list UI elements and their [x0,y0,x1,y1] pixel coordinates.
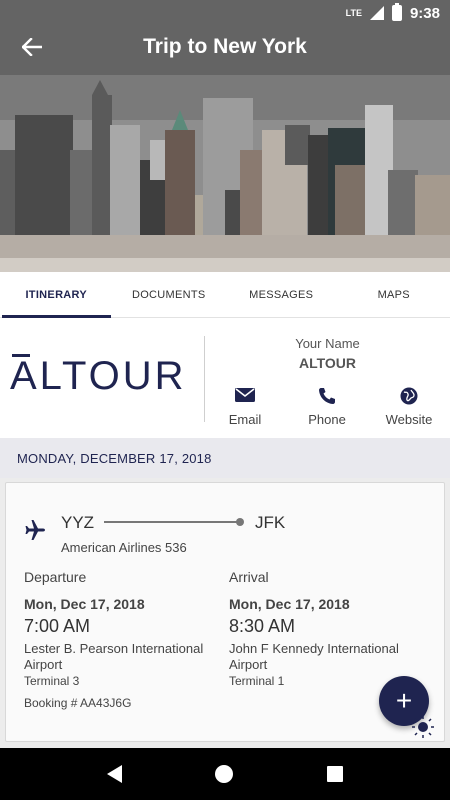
globe-icon [369,386,449,408]
battery-icon [391,3,402,21]
brightness-icon [410,714,436,745]
phone-icon [287,386,367,408]
arrival-time: 8:30 AM [229,616,296,636]
website-label: Website [385,412,433,427]
departure-date: Mon, Dec 17, 2018 [24,596,145,612]
departure-terminal: Terminal 3 [24,674,80,688]
tab-itinerary[interactable]: ITINERARY [0,272,113,318]
status-bar: LTE 9:38 [0,0,450,26]
envelope-icon [205,386,285,408]
nav-recents-icon[interactable] [327,766,344,782]
departure-time: 7:00 AM [24,616,91,636]
nav-back-icon[interactable] [106,765,122,783]
back-button[interactable] [0,26,64,68]
departure-column: Departure Mon, Dec 17, 2018 7:00 AM Lest… [24,569,224,688]
agency-logo: ALTOUR [10,354,187,398]
arrival-label: Arrival [229,569,269,585]
airplane-icon [24,519,46,546]
tab-bar: ITINERARY DOCUMENTS MESSAGES MAPS [0,272,450,318]
nav-home-icon[interactable] [215,765,234,783]
arrival-airport: John F Kennedy International Airport [229,641,399,672]
airline-flight: American Airlines 536 [61,540,187,555]
departure-airport: Lester B. Pearson International Airport [24,641,204,672]
agency-card: ALTOUR Your Name ALTOUR Email Phone Webs… [0,318,450,438]
route-end-dot [236,518,244,526]
tab-documents[interactable]: DOCUMENTS [113,272,226,317]
system-nav-bar [0,748,450,800]
destination-code: JFK [255,513,286,532]
booking-number: Booking # AA43J6G [24,696,132,710]
app-bar: Trip to New York [0,26,450,68]
network-type: LTE [345,8,362,18]
arrival-date: Mon, Dec 17, 2018 [229,596,350,612]
arrival-column: Arrival Mon, Dec 17, 2018 8:30 AM John F… [229,569,429,688]
your-name-label: Your Name [295,336,360,351]
arrow-left-icon [22,38,42,56]
page-title: Trip to New York [143,35,307,58]
tab-messages[interactable]: MESSAGES [225,272,338,317]
website-button[interactable]: Website [369,386,449,427]
phone-label: Phone [308,412,346,427]
plus-icon: + [395,685,413,716]
date-header: MONDAY, DECEMBER 17, 2018 [0,438,450,478]
signal-icon [369,6,384,20]
clock: 9:38 [409,4,440,22]
email-button[interactable]: Email [205,386,285,427]
origin-code: YYZ [61,513,95,532]
phone-button[interactable]: Phone [287,386,367,427]
tab-maps[interactable]: MAPS [338,272,450,317]
email-label: Email [228,412,262,427]
agency-name: ALTOUR [298,355,357,371]
route-line [104,521,240,523]
departure-label: Departure [24,569,87,585]
